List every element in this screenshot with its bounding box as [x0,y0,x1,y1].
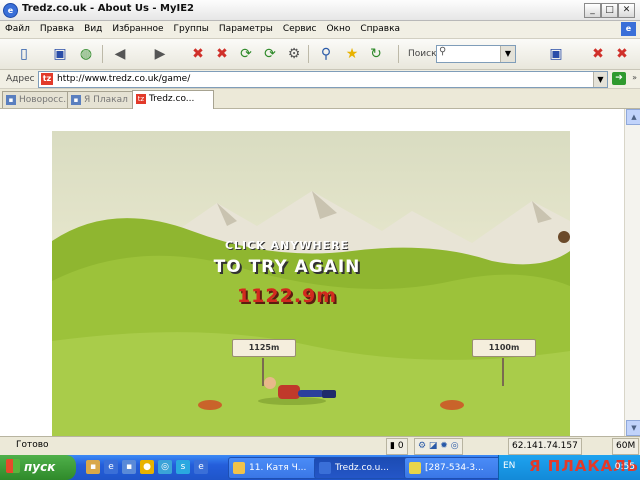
start-button[interactable]: пуск [0,455,76,480]
quicklaunch-folder-icon[interactable]: ▪ [86,460,100,474]
toolbar: ▯ ▣ ◍ ◀ ▶ ✖ ✖ ⟳ ⟳ ⚙ ⚲ ★ ↻ Поиск ⚲ ▼ ▣ ✖ … [0,39,640,70]
minimize-button[interactable]: _ [584,3,601,18]
menu-file[interactable]: Файл [0,21,35,38]
task-label: 11. Катя Ч... [249,463,307,473]
status-text: Готово [16,440,49,450]
go-button[interactable]: ➔ [612,72,626,85]
page-icon: ▪ [71,95,81,105]
marker-post [502,358,504,386]
ip-address: 62.141.74.157 [508,438,582,455]
site-favicon-icon: tz [136,94,146,104]
language-indicator[interactable]: EN [503,461,515,471]
status-bar: Готово ▮ 0 ⚙ ◪ ✹ ◎ 62.141.74.157 60M [0,436,640,455]
save-page-icon[interactable]: ▣ [546,44,566,64]
favorites-star-icon[interactable]: ★ [342,44,362,64]
vertical-scrollbar[interactable]: ▲ ▼ [624,109,640,436]
forward-icon[interactable]: ▶ [150,44,170,64]
search-icon: ⚲ [439,46,447,57]
trash-icon: ▮ [390,441,398,451]
memory-usage: 60M [612,438,640,455]
history-icon[interactable]: ↻ [366,44,386,64]
close-tab-icon[interactable]: ✖ [588,44,608,64]
windows-logo-icon [6,459,20,473]
task-button-chat[interactable]: [287-534-3... [404,457,512,479]
stop-icon[interactable]: ✖ [188,44,208,64]
chevron-down-icon[interactable]: ▼ [593,72,607,87]
folder-icon [233,462,245,474]
globe-icon[interactable]: ◍ [76,44,96,64]
refresh-icon[interactable]: ⟳ [236,44,256,64]
menu-help[interactable]: Справка [355,21,405,38]
menu-window[interactable]: Окно [321,21,355,38]
address-label: Адрес [6,74,35,84]
menu-options[interactable]: Параметры [214,21,278,38]
title-bar: e Tredz.co.uk - About Us - MyIE2 _ □ ✕ [0,0,640,21]
quicklaunch-myie-icon[interactable]: e [194,460,208,474]
app-icon: e [3,3,18,18]
quicklaunch-player-icon[interactable]: ● [140,460,154,474]
tab-label: Новоросс... [19,95,72,105]
popup-counter[interactable]: ▮ 0 [386,438,408,455]
toolbar-separator [398,45,399,63]
menu-tools[interactable]: Сервис [278,21,322,38]
chevron-down-icon[interactable]: ▼ [500,46,515,62]
page-content: CLICK ANYWHERE TO TRY AGAIN 1122.9m 1125… [0,109,624,436]
address-url: http://www.tredz.co.uk/game/ [57,74,191,84]
clock[interactable]: 0:55 [615,462,635,472]
distance-marker-1100: 1100m [472,339,536,357]
taskbar: пуск ▪ e ▪ ● ◎ s e 11. Катя Ч... Tredz.c… [0,455,640,480]
search-icon[interactable]: ⚲ [316,44,336,64]
browser-logo-icon: e [621,22,636,36]
distance-marker-1125: 1125m [232,339,296,357]
toolbar-separator [102,45,103,63]
chat-icon [409,462,421,474]
stop-all-icon[interactable]: ✖ [212,44,232,64]
distance-readout: 1122.9m [236,285,338,307]
status-icons[interactable]: ⚙ ◪ ✹ ◎ [414,438,463,455]
back-icon[interactable]: ◀ [110,44,130,64]
quicklaunch-skype-icon[interactable]: s [176,460,190,474]
click-anywhere-text: CLICK ANYWHERE [224,239,350,252]
close-button[interactable]: ✕ [618,3,635,18]
quicklaunch-chat-icon[interactable]: ◎ [158,460,172,474]
system-tray: EN Я ПЛАКАЛЬ 0:55 [498,455,640,480]
close-all-icon[interactable]: ✖ [612,44,632,64]
go-more-icon[interactable]: » [632,73,637,82]
quicklaunch-desktop-icon[interactable]: ▪ [122,460,136,474]
game-canvas[interactable]: CLICK ANYWHERE TO TRY AGAIN 1122.9m 1125… [52,131,570,436]
menu-edit[interactable]: Правка [35,21,79,38]
menu-view[interactable]: Вид [79,21,107,38]
menu-groups[interactable]: Группы [169,21,214,38]
scroll-up-icon[interactable]: ▲ [626,109,640,125]
search-label: Поиск [408,49,437,59]
menu-bar: Файл Правка Вид Избранное Группы Параметры Сер… [0,21,640,39]
home-icon[interactable]: ⚙ [284,44,304,64]
quicklaunch-browser-icon[interactable]: e [104,460,118,474]
refresh-all-icon[interactable]: ⟳ [260,44,280,64]
marker-post [262,358,264,386]
tab-label: Tredz.co... [149,94,195,104]
new-page-icon[interactable]: ▯ [14,44,34,64]
game-scenery [52,191,570,436]
window-title: Tredz.co.uk - About Us - MyIE2 [22,3,195,14]
try-again-text: TO TRY AGAIN [213,257,361,277]
task-label: Tredz.co.u... [335,463,389,473]
tab-tredz[interactable]: tz Tredz.co... [132,90,214,109]
save-icon[interactable]: ▣ [50,44,70,64]
tab-bar: ▪ Новоросс... ▪ Я Плакал tz Tredz.co... [0,89,640,109]
address-input[interactable]: tz http://www.tredz.co.uk/game/ ▼ [38,71,608,88]
start-label: пуск [24,460,56,474]
toolbar-separator [308,45,309,63]
tab-label: Я Плакал [84,95,128,105]
search-input[interactable]: ⚲ ▼ [436,45,516,63]
task-label: [287-534-3... [425,463,484,473]
site-favicon-icon: tz [41,73,53,85]
popup-count: 0 [397,441,404,451]
scroll-down-icon[interactable]: ▼ [626,420,640,436]
page-icon: ▪ [6,95,16,105]
address-bar: Адрес tz http://www.tredz.co.uk/game/ ▼ … [0,70,640,89]
browser-icon [319,462,331,474]
menu-favorites[interactable]: Избранное [107,21,168,38]
maximize-button[interactable]: □ [601,3,618,18]
